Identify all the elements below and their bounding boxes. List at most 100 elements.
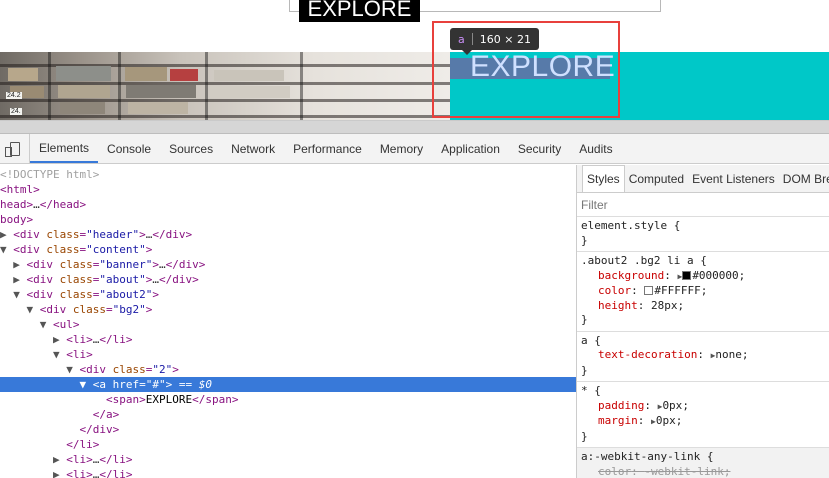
dom-div-about[interactable]: ▶ <div class="about">…</div> <box>0 272 576 287</box>
dom-a-selected[interactable]: ▼ <a href="#"> == $0 <box>0 377 576 392</box>
dom-span[interactable]: <span>EXPLORE</span> <box>0 392 576 407</box>
prop-value: 0px <box>655 414 676 427</box>
subtab-styles[interactable]: Styles <box>582 165 625 192</box>
prop-name: height <box>598 298 638 312</box>
prop-background[interactable]: background: ▶ #000000; <box>581 269 825 285</box>
attr-name: class <box>59 273 93 286</box>
devtools-tabbar: Elements Console Sources Network Perform… <box>0 134 829 164</box>
elements-tree: <!DOCTYPE html> <html> head>…</head> bod… <box>0 165 576 478</box>
dom-head[interactable]: head>…</head> <box>0 197 576 212</box>
prop-value: 28px <box>651 298 678 312</box>
dom-div-content[interactable]: ▼ <div class="content"> <box>0 242 576 257</box>
li-tag: <li> <box>66 468 93 478</box>
styles-subtabs: Styles Computed Event Listeners DOM Bre <box>577 165 829 193</box>
dom-ul[interactable]: ▼ <ul> <box>0 317 576 332</box>
dom-div-close[interactable]: </div> <box>0 422 576 437</box>
tooltip-tag: a <box>458 32 465 46</box>
top-explore-button[interactable]: EXPLORE <box>299 0 420 22</box>
prop-color[interactable]: color: #FFFFFF; <box>581 284 825 299</box>
prop-value: -webkit-link; <box>644 464 731 478</box>
prop-name: background <box>598 268 665 282</box>
ul-tag: <ul> <box>53 318 80 331</box>
tab-elements[interactable]: Elements <box>30 134 99 163</box>
styles-filter-input[interactable]: Filter <box>577 193 829 217</box>
rule-close: } <box>581 363 588 377</box>
dom-a-close[interactable]: </a> <box>0 407 576 422</box>
close-tag: </div> <box>165 258 206 271</box>
rule-selector: * { <box>581 384 601 397</box>
rule-universal[interactable]: * { padding: ▶0px; margin: ▶0px; } <box>577 382 829 448</box>
rule-close: } <box>581 429 588 443</box>
attr-value: "bg2" <box>112 303 146 316</box>
doctype-text: OCTYPE html> <box>19 168 100 181</box>
ellipsis: … <box>152 273 159 286</box>
dom-doctype[interactable]: <!DOCTYPE html> <box>0 167 576 182</box>
color-swatch[interactable] <box>644 286 654 295</box>
tab-sources[interactable]: Sources <box>160 134 222 163</box>
dom-div-bg2[interactable]: ▼ <div class="bg2"> <box>0 302 576 317</box>
dom-li-close[interactable]: </li> <box>0 437 576 452</box>
prop-color-overridden[interactable]: color: -webkit-link; <box>581 465 825 478</box>
tab-audits[interactable]: Audits <box>570 134 621 163</box>
tab-security[interactable]: Security <box>509 134 570 163</box>
rule-a[interactable]: a { text-decoration: ▶none; } <box>577 332 829 382</box>
tag-name: div <box>46 303 67 316</box>
tag-name: div <box>19 228 40 241</box>
prop-margin[interactable]: margin: ▶0px; <box>581 414 825 430</box>
inspect-tooltip: a 160 × 21 <box>450 28 539 55</box>
dom-div-about2[interactable]: ▼ <div class="about2"> <box>0 287 576 302</box>
tab-performance[interactable]: Performance <box>284 134 371 163</box>
tooltip-separator <box>471 33 473 45</box>
tab-network[interactable]: Network <box>222 134 284 163</box>
rule-selector: .about2 .bg2 li a { <box>581 254 707 267</box>
attr-value: "header" <box>86 228 140 241</box>
prop-name: padding <box>598 398 645 412</box>
tab-application[interactable]: Application <box>432 134 509 163</box>
dom-li-collapsed[interactable]: ▶ <li>…</li> <box>0 332 576 347</box>
html-tag: tml> <box>13 183 40 196</box>
subtab-dom-breakpoints[interactable]: DOM Bre <box>779 165 829 192</box>
dom-div-banner[interactable]: ▶ <div class="banner">…</div> <box>0 257 576 272</box>
dom-li-open[interactable]: ▼ <li> <box>0 347 576 362</box>
color-swatch[interactable] <box>682 270 692 280</box>
attr-name: class <box>59 288 93 301</box>
console-ref: == $0 <box>178 378 212 391</box>
banner-photo: 24.2 24. <box>0 52 450 120</box>
attr-value: "about2" <box>99 288 153 301</box>
dom-div-2[interactable]: ▼ <div class="2"> <box>0 362 576 377</box>
shelf-tag: 24. <box>10 108 22 115</box>
prop-height[interactable]: height: 28px; <box>581 299 825 314</box>
tab-console[interactable]: Console <box>98 134 160 163</box>
rule-about2-bg2-li-a[interactable]: .about2 .bg2 li a { background: ▶ #000000… <box>577 252 829 332</box>
subtab-event-listeners[interactable]: Event Listeners <box>688 165 779 192</box>
rule-webkit-any-link[interactable]: a:-webkit-any-link { color: -webkit-link… <box>577 448 829 478</box>
rule-element-style[interactable]: element.style { } <box>577 217 829 252</box>
prop-padding[interactable]: padding: ▶0px; <box>581 399 825 415</box>
prop-name: margin <box>598 414 638 427</box>
tag-name: div <box>33 288 53 301</box>
dom-body[interactable]: body> <box>0 212 576 227</box>
subtab-computed[interactable]: Computed <box>625 165 688 192</box>
dom-li-collapsed[interactable]: ▶ <li>…</li> <box>0 467 576 478</box>
device-toolbar-icon[interactable] <box>0 134 30 163</box>
rule-selector: a { <box>581 333 601 347</box>
dom-li-collapsed[interactable]: ▶ <li>…</li> <box>0 452 576 467</box>
li-tag: <li> <box>66 333 93 346</box>
prop-name: color <box>598 284 632 297</box>
dom-div-header[interactable]: ▶ <div class="header">…</div> <box>0 227 576 242</box>
body-tag: body> <box>0 213 34 226</box>
shelf-tag: 24.2 <box>6 92 22 99</box>
attr-value: "about" <box>99 273 146 286</box>
page-viewport: EXPLORE 24.2 24. EXPLORE a 160 × 21 <box>0 0 829 120</box>
dom-html[interactable]: <html> <box>0 182 576 197</box>
tab-memory[interactable]: Memory <box>371 134 432 163</box>
attr-value: "content" <box>86 243 146 256</box>
devtools-resize-handle[interactable] <box>0 120 829 134</box>
close-tag: </div> <box>152 228 193 241</box>
li-close: </li> <box>99 333 133 346</box>
li-tag: <li> <box>66 348 93 361</box>
prop-text-decoration[interactable]: text-decoration: ▶none; <box>581 348 825 364</box>
span-text: EXPLORE <box>145 393 193 406</box>
rule-selector: a:-webkit-any-link { <box>581 450 714 463</box>
attr-name: class <box>112 363 146 376</box>
